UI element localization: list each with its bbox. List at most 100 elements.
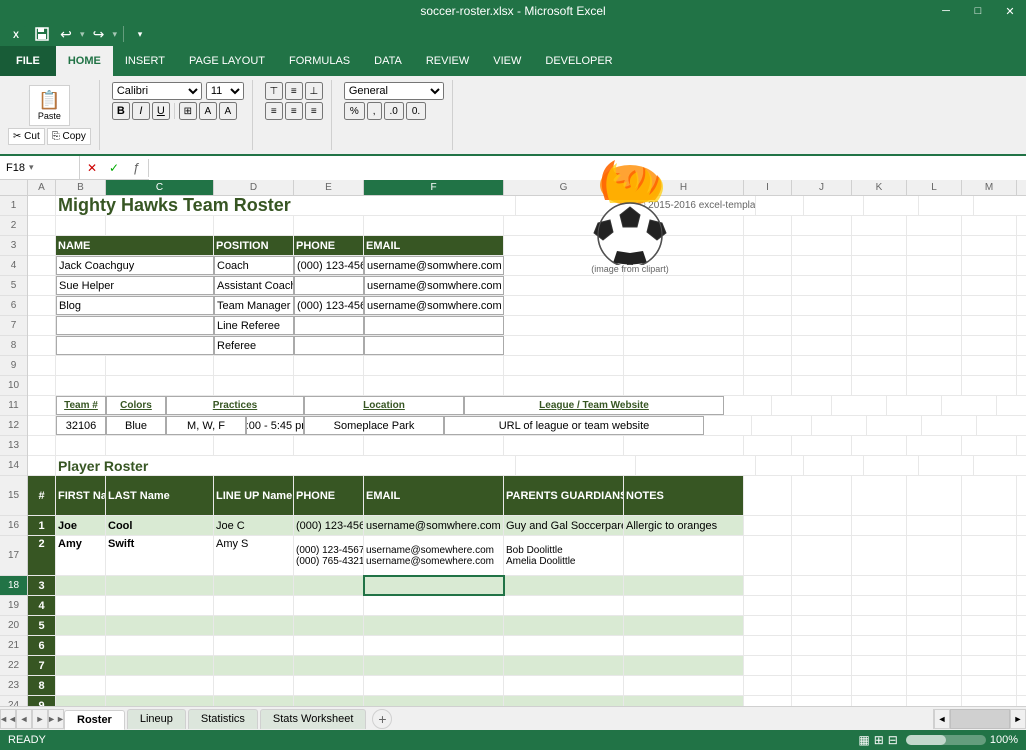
cell-D24[interactable] — [214, 696, 294, 706]
cell-I15[interactable] — [744, 476, 792, 515]
tab-scroll-prev[interactable]: ◄ — [16, 709, 32, 729]
cell-G1[interactable] — [516, 196, 636, 215]
cell-E23[interactable] — [294, 676, 364, 695]
cell-D17-lineup[interactable]: Amy S — [214, 536, 294, 575]
cell-F18[interactable] — [364, 576, 504, 595]
cell-I14[interactable] — [756, 456, 804, 475]
cell-H20[interactable] — [624, 616, 744, 635]
cell-H9[interactable] — [624, 356, 744, 375]
cell-G5[interactable] — [504, 276, 624, 295]
scroll-left-button[interactable]: ◄ — [934, 709, 950, 729]
cell-H13[interactable] — [624, 436, 744, 455]
cell-E13[interactable] — [294, 436, 364, 455]
cell-J20[interactable] — [792, 616, 852, 635]
cell-J18[interactable] — [792, 576, 852, 595]
cell-L18[interactable] — [907, 576, 962, 595]
tab-file[interactable]: FILE — [0, 46, 56, 76]
cell-L23[interactable] — [907, 676, 962, 695]
comma-button[interactable]: , — [367, 102, 382, 120]
scroll-right-button[interactable]: ► — [1010, 709, 1026, 729]
cell-B11-team[interactable]: Team # — [56, 396, 106, 415]
cell-I16[interactable] — [744, 516, 792, 535]
sheet-tab-lineup[interactable]: Lineup — [127, 709, 186, 729]
cell-B10[interactable] — [56, 376, 106, 395]
cell-L19[interactable] — [907, 596, 962, 615]
cell-L3[interactable] — [907, 236, 962, 255]
sheet-tab-stats-worksheet[interactable]: Stats Worksheet — [260, 709, 367, 729]
cell-M17[interactable] — [962, 536, 1017, 575]
cell-M3[interactable] — [962, 236, 1017, 255]
italic-button[interactable]: I — [132, 102, 150, 120]
cell-M23[interactable] — [962, 676, 1017, 695]
formula-input[interactable] — [149, 156, 1026, 180]
scroll-thumb[interactable] — [950, 709, 1010, 729]
align-left-button[interactable]: ≡ — [265, 102, 283, 120]
cell-K9[interactable] — [852, 356, 907, 375]
cell-B23[interactable] — [56, 676, 106, 695]
cell-A6[interactable] — [28, 296, 56, 315]
customize-qat[interactable]: ▾ — [130, 24, 150, 44]
cell-E10[interactable] — [294, 376, 364, 395]
cell-D8-position[interactable]: Referee — [214, 336, 294, 355]
cell-G3[interactable] — [504, 236, 624, 255]
cell-M22[interactable] — [962, 656, 1017, 675]
cell-B19[interactable] — [56, 596, 106, 615]
cell-F24[interactable] — [364, 696, 504, 706]
cell-I8[interactable] — [744, 336, 792, 355]
cell-L13[interactable] — [907, 436, 962, 455]
cell-A21-num[interactable]: 6 — [28, 636, 56, 655]
cell-A13[interactable] — [28, 436, 56, 455]
cell-E6-phone[interactable]: (000) 123-4567 — [294, 296, 364, 315]
cell-D23[interactable] — [214, 676, 294, 695]
tab-scroll-next[interactable]: ► — [32, 709, 48, 729]
cell-L7[interactable] — [907, 316, 962, 335]
font-color-button[interactable]: A — [219, 102, 237, 120]
cell-K22[interactable] — [852, 656, 907, 675]
page-layout-view-button[interactable]: ⊞ — [874, 733, 884, 747]
cell-C12-colors[interactable]: Blue — [106, 416, 166, 435]
cell-B24[interactable] — [56, 696, 106, 706]
cell-J14[interactable] — [804, 456, 864, 475]
cell-D22[interactable] — [214, 656, 294, 675]
cell-E5-phone[interactable] — [294, 276, 364, 295]
cell-J9[interactable] — [792, 356, 852, 375]
cell-D15-lineup[interactable]: LINE UP Name — [214, 476, 294, 515]
align-right-button[interactable]: ≡ — [305, 102, 323, 120]
cell-F19[interactable] — [364, 596, 504, 615]
cell-L4[interactable] — [907, 256, 962, 275]
cell-L17[interactable] — [907, 536, 962, 575]
cell-I23[interactable] — [744, 676, 792, 695]
cell-I11[interactable] — [724, 396, 772, 415]
cell-E18[interactable] — [294, 576, 364, 595]
cell-F2[interactable] — [364, 216, 504, 235]
sheet-tab-roster[interactable]: Roster — [64, 710, 125, 730]
cell-F10[interactable] — [364, 376, 504, 395]
cell-E9[interactable] — [294, 356, 364, 375]
cell-K23[interactable] — [852, 676, 907, 695]
cell-L15[interactable] — [907, 476, 962, 515]
cell-F17-email[interactable]: username@somewhere.com username@somewher… — [364, 536, 504, 575]
cell-G23[interactable] — [504, 676, 624, 695]
cell-K11[interactable] — [832, 396, 887, 415]
cell-J13[interactable] — [792, 436, 852, 455]
cell-D7-position[interactable]: Line Referee — [214, 316, 294, 335]
cell-K8[interactable] — [852, 336, 907, 355]
cell-I19[interactable] — [744, 596, 792, 615]
align-middle-button[interactable]: ≡ — [285, 82, 303, 100]
cell-J19[interactable] — [792, 596, 852, 615]
cell-C21[interactable] — [106, 636, 214, 655]
cell-G8[interactable] — [504, 336, 624, 355]
cell-K5[interactable] — [852, 276, 907, 295]
cell-B13[interactable] — [56, 436, 106, 455]
cell-H21[interactable] — [624, 636, 744, 655]
cell-F3-header-email[interactable]: EMAIL — [364, 236, 504, 255]
cell-I13[interactable] — [744, 436, 792, 455]
cell-D19[interactable] — [214, 596, 294, 615]
cell-M8[interactable] — [962, 336, 1017, 355]
cell-G4[interactable] — [504, 256, 624, 275]
cell-J11[interactable] — [772, 396, 832, 415]
cell-A5[interactable] — [28, 276, 56, 295]
cell-J24[interactable] — [792, 696, 852, 706]
tab-view[interactable]: VIEW — [481, 46, 533, 76]
cell-H10[interactable] — [624, 376, 744, 395]
